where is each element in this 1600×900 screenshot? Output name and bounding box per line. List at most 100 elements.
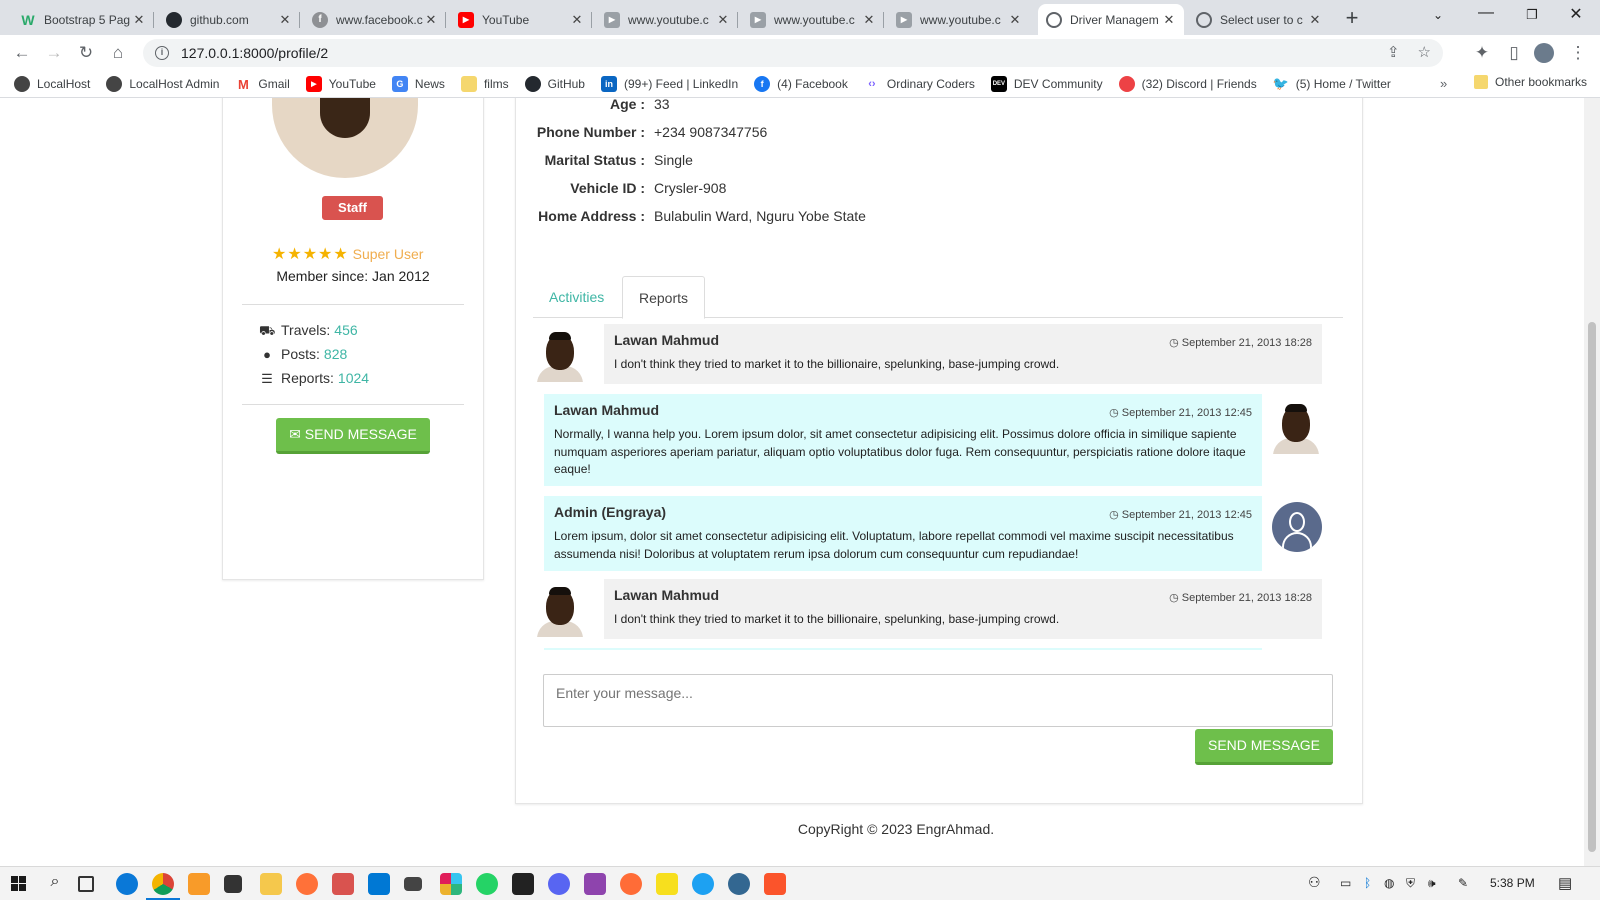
- side-panel-icon[interactable]: ▯: [1502, 41, 1526, 65]
- send-message-button[interactable]: SEND MESSAGE: [1195, 729, 1333, 765]
- profile-avatar-icon[interactable]: [1534, 43, 1554, 63]
- sublime-icon[interactable]: [188, 873, 210, 895]
- address-bar[interactable]: i 127.0.0.1:8000/profile/2 ⇪ ☆: [143, 39, 1443, 67]
- bookmark-discord[interactable]: (32) Discord | Friends: [1118, 76, 1257, 92]
- window-close-icon[interactable]: ✕: [1556, 4, 1596, 24]
- security-icon[interactable]: ⛨: [1406, 876, 1415, 891]
- battery-icon[interactable]: ▭: [1340, 876, 1351, 890]
- message-input[interactable]: [543, 674, 1333, 727]
- message-bubble: Admin (Engraya) ◷ September 21, 2013 12:…: [544, 496, 1262, 571]
- windows-start-icon[interactable]: [8, 873, 30, 895]
- tab-driver-management[interactable]: Driver Managem ✕: [1038, 4, 1184, 35]
- back-icon[interactable]: ←: [10, 41, 34, 65]
- tab-select-user[interactable]: Select user to c ✕: [1188, 4, 1330, 35]
- tab-reports[interactable]: Reports: [622, 276, 706, 319]
- app-blue-icon[interactable]: [692, 873, 714, 895]
- scrollbar-thumb[interactable]: [1588, 322, 1596, 852]
- forward-icon[interactable]: →: [42, 41, 66, 65]
- site-info-icon[interactable]: i: [155, 46, 169, 60]
- postman-icon[interactable]: [620, 873, 642, 895]
- task-view-icon[interactable]: [78, 876, 94, 892]
- whatsapp-icon[interactable]: [476, 873, 498, 895]
- bookmark-news[interactable]: G News: [391, 76, 445, 92]
- edge-icon[interactable]: [116, 873, 138, 895]
- bookmark-localhost[interactable]: LocalHost: [14, 76, 90, 92]
- share-icon[interactable]: ⇪: [1387, 43, 1400, 61]
- home-icon[interactable]: ⌂: [106, 41, 130, 65]
- bookmark-dev-community[interactable]: DEV DEV Community: [990, 76, 1103, 92]
- divider: [242, 404, 464, 405]
- extensions-icon[interactable]: ✦: [1470, 41, 1494, 65]
- sticky-icon[interactable]: [512, 873, 534, 895]
- new-tab-button[interactable]: +: [1338, 6, 1366, 32]
- bluetooth-icon[interactable]: ᛒ: [1364, 876, 1371, 890]
- close-icon[interactable]: ✕: [1308, 12, 1322, 28]
- bookmark-localhost-admin[interactable]: LocalHost Admin: [106, 76, 219, 92]
- vscode-icon[interactable]: [368, 873, 390, 895]
- bookmark-youtube[interactable]: ▶ YouTube: [305, 76, 376, 92]
- tab-youtube-3[interactable]: ▶ www.youtube.c ✕: [742, 4, 884, 35]
- tab-youtube[interactable]: ▶ YouTube ✕: [450, 4, 592, 35]
- discord-icon[interactable]: [548, 873, 570, 895]
- close-icon[interactable]: ✕: [278, 12, 292, 28]
- tab-bootstrap[interactable]: W Bootstrap 5 Pag ✕: [12, 4, 154, 35]
- tab-youtube-2[interactable]: ▶ www.youtube.c ✕: [596, 4, 738, 35]
- windows-taskbar: ⌕ ⚇ ▭ ᛒ ◍ ⛨ 🕪 ✎ 5:38 PM ▤: [0, 866, 1600, 900]
- minimize-icon[interactable]: —: [1466, 4, 1506, 22]
- bookmark-facebook[interactable]: f (4) Facebook: [754, 76, 848, 92]
- postgres-icon[interactable]: [728, 873, 750, 895]
- tab-github[interactable]: github.com ✕: [158, 4, 300, 35]
- close-icon[interactable]: ✕: [1162, 12, 1176, 28]
- app-icon[interactable]: [332, 873, 354, 895]
- close-icon[interactable]: ✕: [862, 12, 876, 28]
- bookmark-gmail[interactable]: M Gmail: [235, 76, 290, 92]
- people-icon[interactable]: ⚇: [1308, 874, 1321, 891]
- page-scrollbar[interactable]: [1584, 98, 1600, 866]
- pen-icon[interactable]: ✎: [1458, 876, 1468, 890]
- more-bookmarks-icon[interactable]: »: [1440, 76, 1447, 91]
- list-icon: ☰: [261, 371, 273, 386]
- chrome-icon[interactable]: [152, 873, 174, 895]
- message-list: Lawan Mahmud ◷ September 21, 2013 18:28 …: [533, 320, 1343, 650]
- browser-tab-strip: W Bootstrap 5 Pag ✕ github.com ✕ f www.f…: [0, 0, 1600, 35]
- other-bookmarks[interactable]: Other bookmarks: [1474, 75, 1587, 89]
- close-icon[interactable]: ✕: [570, 12, 584, 28]
- clock-time[interactable]: 5:38 PM: [1490, 876, 1535, 890]
- app-m-icon[interactable]: [584, 873, 606, 895]
- message-bubble: Lawan Mahmud ◷ September 21, 2013 18:28 …: [604, 324, 1322, 384]
- youtube-grey-icon: ▶: [896, 11, 912, 28]
- tab-search-icon[interactable]: ⌄: [1418, 8, 1458, 22]
- facebook-icon: f: [312, 11, 328, 28]
- app-yellow-icon[interactable]: [656, 873, 678, 895]
- firefox-icon[interactable]: [296, 873, 318, 895]
- store-icon[interactable]: [224, 875, 242, 893]
- bookmark-films[interactable]: films: [460, 76, 509, 92]
- bookmark-ordinary-coders[interactable]: ‹› Ordinary Coders: [864, 76, 975, 92]
- mail-icon[interactable]: [404, 877, 422, 891]
- linkedin-icon: in: [600, 76, 617, 92]
- restore-icon[interactable]: ❐: [1512, 7, 1552, 23]
- close-icon[interactable]: ✕: [716, 12, 730, 28]
- menu-icon[interactable]: ⋮: [1566, 41, 1590, 65]
- bookmark-twitter[interactable]: 🐦 (5) Home / Twitter: [1273, 76, 1391, 92]
- volume-icon[interactable]: 🕪: [1428, 876, 1436, 891]
- reload-icon[interactable]: ↻: [74, 41, 98, 65]
- search-icon[interactable]: ⌕: [44, 873, 66, 895]
- close-icon[interactable]: ✕: [1008, 12, 1022, 28]
- file-explorer-icon[interactable]: [260, 873, 282, 895]
- code-icon: ‹›: [868, 78, 876, 90]
- tab-activities[interactable]: Activities: [533, 276, 620, 319]
- bookmark-github[interactable]: GitHub: [524, 76, 585, 92]
- bookmark-star-icon[interactable]: ☆: [1418, 43, 1431, 61]
- bookmark-linkedin[interactable]: in (99+) Feed | LinkedIn: [600, 76, 738, 92]
- slack-icon[interactable]: [440, 873, 462, 895]
- tab-youtube-4[interactable]: ▶ www.youtube.c ✕: [888, 4, 1030, 35]
- close-icon[interactable]: ✕: [424, 12, 438, 28]
- network-icon[interactable]: ◍: [1384, 876, 1394, 890]
- notifications-icon[interactable]: ▤: [1558, 874, 1572, 892]
- brave-icon[interactable]: [764, 873, 786, 895]
- close-icon[interactable]: ✕: [132, 12, 146, 28]
- clock-icon: ◷: [1109, 407, 1122, 419]
- tab-facebook[interactable]: f www.facebook.c ✕: [304, 4, 446, 35]
- send-message-button[interactable]: ✉ SEND MESSAGE: [276, 418, 430, 454]
